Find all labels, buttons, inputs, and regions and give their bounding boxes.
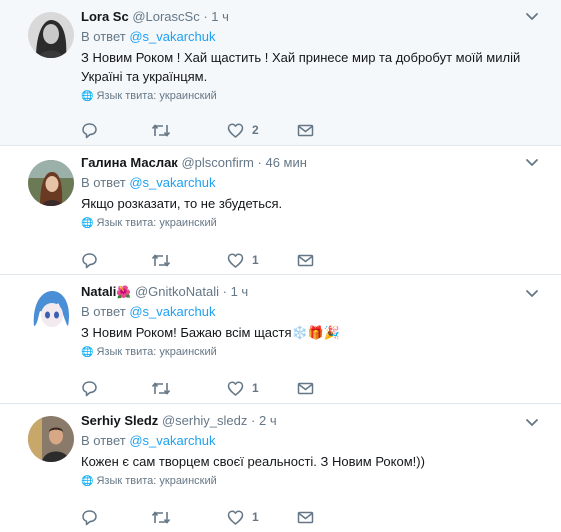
reply-context: В ответ @s_vakarchuk [81,174,549,192]
chevron-down-icon[interactable] [525,287,539,301]
direct-message-button[interactable] [297,508,314,526]
reply-button[interactable] [81,251,98,269]
reply-prefix: В ответ [81,175,126,190]
direct-message-button[interactable] [297,121,314,139]
tweet-header: Natali🌺 @GnitkoNatali · 1 ч [81,283,549,301]
envelope-icon [297,509,314,526]
tweet[interactable]: Natali🌺 @GnitkoNatali · 1 ч В ответ @s_v… [0,275,561,404]
globe-icon: 🌐 [81,218,94,229]
timestamp[interactable]: 46 мин [265,155,306,170]
display-name[interactable]: Галина Маслак [81,155,178,170]
reply-icon [81,122,98,139]
retweet-button[interactable] [151,121,171,139]
tweet-text: Кожен є сам творцем своєї реальності. З … [81,454,425,469]
like-button[interactable]: 1 [227,379,259,397]
envelope-icon [297,252,314,269]
language-text: Язык твита: украинский [96,217,217,229]
reply-button[interactable] [81,121,98,139]
globe-icon: 🌐 [81,476,94,487]
tweet-header: Serhiy Sledz @serhiy_sledz · 2 ч [81,412,549,430]
avatar[interactable] [28,12,74,58]
language-text: Язык твита: украинский [96,90,217,102]
tweet-header: Lora Sc @LorascSc · 1 ч [81,8,549,26]
tweet-text: З Новим Роком ! Хай щастить ! Хай принес… [81,50,521,84]
like-button[interactable]: 1 [227,251,259,269]
display-name[interactable]: Lora Sc [81,9,129,24]
language-label: 🌐 Язык твита: украинский [81,215,549,232]
chevron-down-icon[interactable] [525,416,539,430]
reply-button[interactable] [81,379,98,397]
reply-icon [81,509,98,526]
direct-message-button[interactable] [297,251,314,269]
display-name[interactable]: Serhiy Sledz [81,413,158,428]
retweet-button[interactable] [151,508,171,526]
reply-context: В ответ @s_vakarchuk [81,28,549,46]
tweet-header: Галина Маслак @plsconfirm · 46 мин [81,154,549,172]
user-handle[interactable]: @plsconfirm [181,155,253,170]
mention-link[interactable]: @s_vakarchuk [129,433,215,448]
avatar[interactable] [28,287,74,333]
avatar[interactable] [28,416,74,462]
envelope-icon [297,380,314,397]
reply-prefix: В ответ [81,304,126,319]
reply-feed: Lora Sc @LorascSc · 1 ч В ответ @s_vakar… [0,0,561,532]
mention-link[interactable]: @s_vakarchuk [129,175,215,190]
chevron-down-icon[interactable] [525,156,539,170]
reply-button[interactable] [81,508,98,526]
heart-icon [227,509,244,526]
like-count: 2 [252,123,259,137]
retweet-icon [151,252,171,269]
tweet[interactable]: Serhiy Sledz @serhiy_sledz · 2 ч В ответ… [0,404,561,532]
user-handle[interactable]: @LorascSc [132,9,199,24]
retweet-icon [151,122,171,139]
timestamp[interactable]: 2 ч [259,413,277,428]
reply-icon [81,252,98,269]
reply-prefix: В ответ [81,29,126,44]
separator-dot: · [203,9,208,24]
retweet-icon [151,509,171,526]
reply-context: В ответ @s_vakarchuk [81,303,549,321]
flower-badge: 🌺 [116,285,132,299]
heart-icon [227,380,244,397]
tweet[interactable]: Lora Sc @LorascSc · 1 ч В ответ @s_vakar… [0,0,561,146]
separator-dot: · [251,413,256,428]
tweet-text: Якщо розказати, то не збудеться. [81,196,283,211]
mention-link[interactable]: @s_vakarchuk [129,29,215,44]
globe-icon: 🌐 [81,347,94,358]
reply-icon [81,380,98,397]
display-name[interactable]: Natali [81,284,116,299]
separator-dot: · [222,284,227,299]
retweet-button[interactable] [151,379,171,397]
heart-icon [227,122,244,139]
tweet-text: З Новим Роком! Бажаю всім щастя❄️🎁🎉 [81,325,341,340]
heart-icon [227,252,244,269]
envelope-icon [297,122,314,139]
language-label: 🌐 Язык твита: украинский [81,88,549,105]
like-count: 1 [252,510,259,524]
retweet-icon [151,380,171,397]
globe-icon: 🌐 [81,91,94,102]
like-button[interactable]: 1 [227,508,259,526]
timestamp[interactable]: 1 ч [231,284,249,299]
avatar[interactable] [28,160,74,206]
like-count: 1 [252,381,259,395]
user-handle[interactable]: @serhiy_sledz [162,413,247,428]
language-text: Язык твита: украинский [96,346,217,358]
mention-link[interactable]: @s_vakarchuk [129,304,215,319]
like-count: 1 [252,253,259,267]
reply-prefix: В ответ [81,433,126,448]
reply-context: В ответ @s_vakarchuk [81,432,549,450]
language-label: 🌐 Язык твита: украинский [81,473,549,490]
separator-dot: · [257,155,262,170]
direct-message-button[interactable] [297,379,314,397]
user-handle[interactable]: @GnitkoNatali [135,284,219,299]
chevron-down-icon[interactable] [525,10,539,24]
tweet[interactable]: Галина Маслак @plsconfirm · 46 мин В отв… [0,146,561,275]
language-label: 🌐 Язык твита: украинский [81,344,549,361]
like-button[interactable]: 2 [227,121,259,139]
language-text: Язык твита: украинский [96,475,217,487]
timestamp[interactable]: 1 ч [211,9,229,24]
retweet-button[interactable] [151,251,171,269]
